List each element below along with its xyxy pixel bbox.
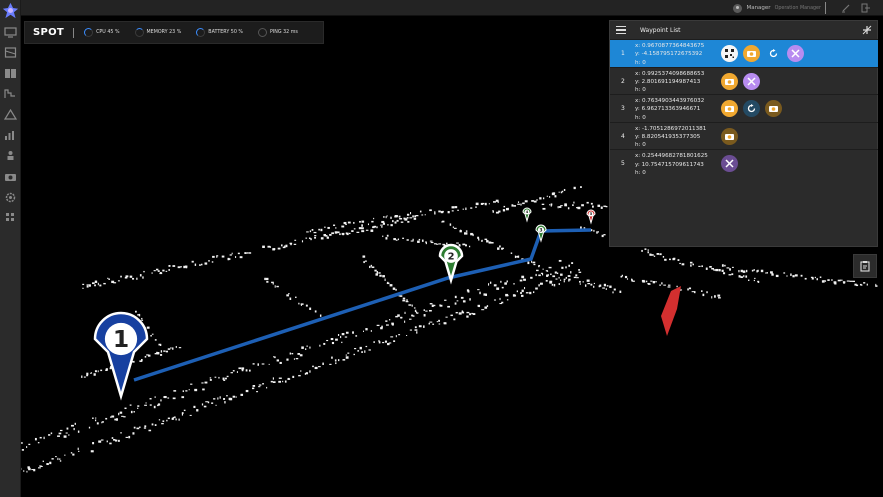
- waypoint-x: x: 0.9925374098688653: [635, 70, 705, 77]
- waypoint-marker-label: 2: [448, 251, 455, 262]
- magnet-action-icon[interactable]: [721, 155, 738, 173]
- qr-code-action-icon[interactable]: [721, 45, 738, 62]
- magnet-action-icon[interactable]: [743, 72, 760, 90]
- camera-action-icon[interactable]: [721, 127, 738, 145]
- waypoint-coords: x: 0.7634903443976032 y: 6.9627133639466…: [635, 97, 704, 122]
- grid-icon[interactable]: [4, 212, 17, 223]
- waypoint-row[interactable]: 4 x: -1.7051286972011381 y: 8.8205419353…: [610, 121, 878, 150]
- report-button[interactable]: [853, 254, 877, 278]
- waypoint-list: 1 x: 0.9670877364843675 y: -4.1587951726…: [610, 39, 878, 177]
- rotate-action-icon[interactable]: [765, 45, 782, 62]
- waypoint-actions: [721, 72, 760, 90]
- battery-value: BATTERY 50 %: [208, 30, 243, 35]
- waypoint-coords: x: -1.7051286972011381 y: 8.820541935377…: [635, 125, 706, 150]
- waypoint-actions: [721, 155, 738, 173]
- status-bar: SPOT CPU 45 % MEMORY 23 % BATTERY 50 % P…: [24, 21, 324, 44]
- waypoint-actions: [721, 100, 782, 118]
- waypoint-number: 5: [621, 160, 625, 168]
- memory-value: MEMORY 23 %: [146, 30, 182, 35]
- cpu-metric: CPU 45 %: [84, 28, 120, 37]
- avatar-icon: [733, 3, 743, 13]
- monitor-icon[interactable]: [4, 27, 17, 38]
- magnet-action-icon[interactable]: [787, 45, 804, 62]
- waypoint-x: x: -1.7051286972011381: [635, 125, 707, 132]
- waypoint-marker-label: 1: [113, 325, 129, 353]
- cpu-ring-icon: [84, 28, 94, 37]
- stairs-icon[interactable]: [4, 88, 17, 99]
- ping-value: PING 32 ms: [269, 30, 298, 35]
- waypoint-x: x: 0.9670877364843675: [635, 43, 705, 49]
- battery-metric: BATTERY 50 %: [196, 28, 243, 37]
- waypoint-marker-5[interactable]: 5: [586, 209, 596, 225]
- waypoint-coords: x: 0.9925374098688653 y: 2.8016911949874…: [635, 70, 704, 95]
- waypoint-x: x: 0.25449682781801625: [635, 153, 708, 160]
- memory-ring-icon: [134, 28, 144, 37]
- divider: [825, 2, 826, 14]
- camera-action-icon[interactable]: [743, 45, 760, 62]
- robot-name: SPOT: [33, 27, 65, 38]
- waypoint-y: y: 2.801691194987413: [635, 78, 701, 85]
- waypoint-y: y: 8.820541935377305: [635, 134, 701, 141]
- waypoint-actions: [721, 127, 738, 145]
- map-icon[interactable]: [4, 47, 17, 58]
- memory-metric: MEMORY 23 %: [134, 28, 182, 37]
- waypoint-number: 4: [621, 132, 625, 140]
- waypoint-number: 2: [621, 77, 625, 85]
- collapse-icon[interactable]: [862, 25, 872, 35]
- user-menu[interactable]: Manager Operation Manager: [733, 2, 821, 14]
- waypoint-row[interactable]: 1 x: 0.9670877364843675 y: -4.1587951726…: [610, 39, 878, 67]
- waypoint-marker-4[interactable]: 4: [522, 207, 532, 223]
- waypoint-x: x: 0.7634903443976032: [635, 98, 705, 105]
- cpu-value: CPU 45 %: [96, 30, 120, 35]
- menu-icon[interactable]: [616, 26, 626, 34]
- camera-action-icon[interactable]: [721, 72, 738, 90]
- waypoint-marker-label: 3: [539, 228, 542, 234]
- waypoint-y: y: 10.754715709611743: [635, 161, 704, 168]
- ping-ring-icon: [257, 28, 267, 37]
- logout-icon[interactable]: [861, 3, 871, 13]
- user-name: Manager: [746, 5, 771, 11]
- waypoint-marker-1[interactable]: 1: [93, 311, 149, 401]
- book-icon[interactable]: [4, 68, 17, 79]
- top-bar: Manager Operation Manager: [21, 0, 883, 16]
- camera-action-icon[interactable]: [721, 100, 738, 118]
- robot-icon[interactable]: [661, 286, 681, 336]
- waypoint-number: 1: [621, 50, 625, 57]
- battery-ring-icon: [196, 28, 206, 37]
- camera-icon[interactable]: [4, 171, 17, 182]
- waypoint-actions: [721, 45, 804, 62]
- divider: [73, 27, 75, 38]
- rotate-action-icon[interactable]: [743, 100, 760, 118]
- waypoint-h: h: 0: [635, 169, 646, 176]
- chart-icon[interactable]: [4, 130, 17, 141]
- waypoint-panel: Waypoint List 1 x: 0.9670877364843675 y:…: [609, 20, 878, 247]
- waypoint-row[interactable]: 2 x: 0.9925374098688653 y: 2.80169119498…: [610, 66, 878, 95]
- waypoint-y: y: -4.158795172675392: [635, 51, 703, 58]
- waypoint-row[interactable]: 5 x: 0.25449682781801625 y: 10.754715709…: [610, 149, 878, 177]
- app-logo-icon[interactable]: [2, 2, 19, 19]
- waypoint-y: y: 6.962713363946671: [635, 106, 701, 113]
- camera-action-icon[interactable]: [765, 100, 782, 118]
- edit-icon[interactable]: [841, 3, 851, 13]
- route-path: [133, 228, 592, 382]
- waypoint-number: 3: [621, 105, 625, 113]
- robot-icon[interactable]: [4, 109, 17, 120]
- clipboard-icon: [860, 261, 870, 272]
- panel-title: Waypoint List: [640, 26, 681, 34]
- person-icon[interactable]: [4, 150, 17, 161]
- waypoint-coords: x: 0.25449682781801625 y: 10.75471570961…: [635, 152, 708, 177]
- waypoint-row[interactable]: 3 x: 0.7634903443976032 y: 6.96271336394…: [610, 94, 878, 122]
- user-role: Operation Manager: [774, 5, 821, 11]
- gear-icon[interactable]: [4, 192, 17, 203]
- waypoint-coords: x: 0.9670877364843675 y: -4.158795172675…: [635, 42, 704, 67]
- left-nav-rail: [0, 0, 21, 497]
- panel-header: Waypoint List: [610, 21, 877, 39]
- ping-metric: PING 32 ms: [257, 28, 298, 37]
